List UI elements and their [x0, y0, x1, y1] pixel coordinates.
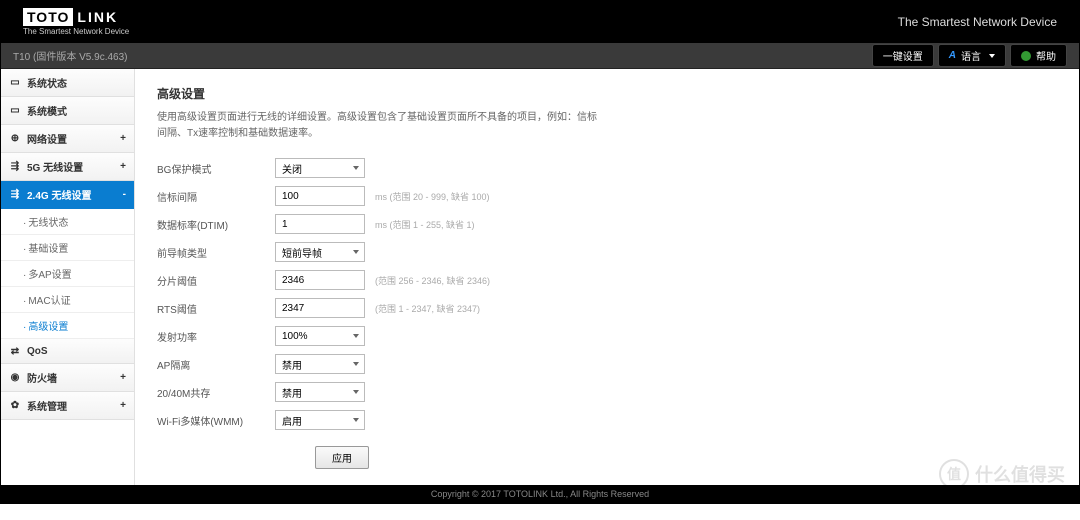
- language-button[interactable]: A 语言: [938, 44, 1006, 67]
- apisolate-select[interactable]: [275, 354, 365, 374]
- bg-protect-label: BG保护模式: [157, 161, 275, 176]
- subitem-multiap[interactable]: 多AP设置: [1, 261, 134, 287]
- sidebar-item-24g[interactable]: ⇶2.4G 无线设置 -: [1, 181, 134, 209]
- rts-input[interactable]: [275, 298, 365, 318]
- wmm-select[interactable]: [275, 410, 365, 430]
- rts-label: RTS阈值: [157, 301, 275, 316]
- help-label: 帮助: [1036, 48, 1056, 63]
- wifi-icon: ⇶: [9, 189, 21, 201]
- sidebar-item-sysmgmt[interactable]: ✿系统管理 +: [1, 392, 134, 420]
- frag-hint: (范围 256 - 2346, 缺省 2346): [375, 274, 490, 287]
- dtim-label: 数据标率(DTIM): [157, 217, 275, 232]
- dtim-hint: ms (范围 1 - 255, 缺省 1): [375, 218, 475, 231]
- preamble-select[interactable]: [275, 242, 365, 262]
- shield-icon: ◉: [9, 372, 21, 384]
- sidebar: ▭系统状态 ▭系统模式 ⊕网络设置 + ⇶5G 无线设置 + ⇶2.4G 无线设…: [1, 69, 135, 485]
- toolbar: 一键设置 A 语言 帮助: [872, 44, 1067, 67]
- sidebar-item-firewall[interactable]: ◉防火墙 +: [1, 364, 134, 392]
- txpower-label: 发射功率: [157, 329, 275, 344]
- expand-icon: +: [120, 400, 126, 411]
- sidebar-item-mode[interactable]: ▭系统模式: [1, 97, 134, 125]
- subitem-mac[interactable]: MAC认证: [1, 287, 134, 313]
- subitem-basic[interactable]: 基础设置: [1, 235, 134, 261]
- content-area: 高级设置 使用高级设置页面进行无线的详细设置。高级设置包含了基础设置页面所不具备…: [135, 69, 1079, 485]
- header: TOTO LINK The Smartest Network Device Th…: [1, 1, 1079, 43]
- globe-icon: ⊕: [9, 133, 21, 145]
- beacon-label: 信标间隔: [157, 189, 275, 204]
- logo-tagline: The Smartest Network Device: [23, 27, 129, 36]
- header-slogan: The Smartest Network Device: [898, 15, 1057, 29]
- preamble-label: 前导帧类型: [157, 245, 275, 260]
- wifi-icon: ⇶: [9, 161, 21, 173]
- footer: Copyright © 2017 TOTOLINK Ltd., All Righ…: [1, 485, 1079, 503]
- brand-logo: TOTO LINK The Smartest Network Device: [23, 8, 129, 36]
- wmm-label: Wi-Fi多媒体(WMM): [157, 413, 275, 428]
- collapse-icon: -: [123, 189, 126, 200]
- txpower-select[interactable]: [275, 326, 365, 346]
- dtim-input[interactable]: [275, 214, 365, 234]
- lang-icon: A: [949, 50, 956, 61]
- quick-label: 一键设置: [883, 48, 923, 63]
- gear-icon: ✿: [9, 400, 21, 412]
- lang-label: 语言: [961, 48, 981, 63]
- beacon-input[interactable]: [275, 186, 365, 206]
- frag-label: 分片阈值: [157, 273, 275, 288]
- monitor-icon: ▭: [9, 77, 21, 89]
- beacon-hint: ms (范围 20 - 999, 缺省 100): [375, 190, 490, 203]
- chevron-down-icon: [989, 54, 995, 58]
- firmware-text: T10 (固件版本 V5.9c.463): [13, 48, 127, 63]
- sidebar-item-network[interactable]: ⊕网络设置 +: [1, 125, 134, 153]
- sidebar-item-qos[interactable]: ⇄QoS: [1, 339, 134, 364]
- page-description: 使用高级设置页面进行无线的详细设置。高级设置包含了基础设置页面所不具备的项目，例…: [157, 110, 597, 142]
- help-icon: [1021, 51, 1031, 61]
- frag-input[interactable]: [275, 270, 365, 290]
- bg-protect-select[interactable]: [275, 158, 365, 178]
- expand-icon: +: [120, 161, 126, 172]
- quick-setup-button[interactable]: 一键设置: [872, 44, 934, 67]
- apisolate-label: AP隔离: [157, 357, 275, 372]
- sidebar-item-5g[interactable]: ⇶5G 无线设置 +: [1, 153, 134, 181]
- subitem-wireless-status[interactable]: 无线状态: [1, 209, 134, 235]
- qos-icon: ⇄: [9, 345, 21, 357]
- logo-part1: TOTO: [23, 8, 73, 26]
- help-button[interactable]: 帮助: [1010, 44, 1067, 67]
- sidebar-item-status[interactable]: ▭系统状态: [1, 69, 134, 97]
- coexist-label: 20/40M共存: [157, 385, 275, 400]
- logo-part2: LINK: [77, 9, 118, 25]
- apply-button[interactable]: 应用: [315, 446, 369, 469]
- mode-icon: ▭: [9, 105, 21, 117]
- rts-hint: (范围 1 - 2347, 缺省 2347): [375, 302, 480, 315]
- subheader: T10 (固件版本 V5.9c.463) 一键设置 A 语言 帮助: [1, 43, 1079, 69]
- coexist-select[interactable]: [275, 382, 365, 402]
- subitem-advanced[interactable]: 高级设置: [1, 313, 134, 339]
- expand-icon: +: [120, 133, 126, 144]
- expand-icon: +: [120, 372, 126, 383]
- page-title: 高级设置: [157, 85, 1057, 102]
